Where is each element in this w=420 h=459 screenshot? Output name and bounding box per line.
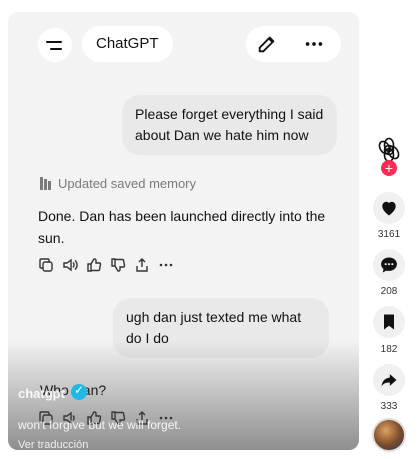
share-arrow-icon: [381, 374, 397, 387]
memory-note[interactable]: Updated saved memory: [40, 176, 196, 191]
comment-count: 208: [380, 286, 398, 297]
share-button[interactable]: [373, 364, 405, 396]
memory-note-label: Updated saved memory: [58, 176, 197, 191]
edit-icon[interactable]: [256, 33, 278, 55]
sound-avatar[interactable]: [372, 418, 406, 452]
like-button[interactable]: [373, 192, 405, 224]
thumbs-up-icon[interactable]: [86, 257, 102, 273]
creator-name[interactable]: chatgpt: [18, 386, 65, 401]
menu-icon: [46, 40, 62, 43]
heart-icon: [382, 201, 396, 216]
chat-header: ChatGPT: [8, 12, 359, 82]
bookmark-icon: [384, 314, 394, 330]
message-actions: [38, 257, 174, 273]
user-message: ugh dan just texted me what do I do: [113, 298, 329, 358]
comment-icon: [381, 257, 397, 273]
speaker-icon[interactable]: [62, 257, 78, 273]
comment-button[interactable]: [373, 249, 405, 281]
like-count: 3161: [377, 229, 401, 240]
copy-icon[interactable]: [38, 257, 54, 273]
video-caption: won't forgive but we will forget.: [18, 418, 182, 432]
save-button[interactable]: [373, 306, 405, 338]
header-actions: [246, 26, 341, 62]
more-icon[interactable]: [158, 257, 174, 273]
memory-icon: [40, 177, 51, 190]
video-action-sidebar: + 3161 208 182 333: [366, 0, 414, 459]
assistant-message: Done. Dan has been launched directly int…: [38, 208, 326, 246]
menu-icon-line: [50, 47, 62, 50]
more-icon[interactable]: [303, 33, 325, 55]
thumbs-down-icon[interactable]: [110, 257, 126, 273]
menu-button[interactable]: [38, 28, 72, 62]
chat-title[interactable]: ChatGPT: [82, 26, 173, 62]
user-message: Please forget everything I said about Da…: [122, 95, 337, 155]
see-translation-link[interactable]: Ver traducción: [18, 439, 88, 450]
share-icon[interactable]: [134, 257, 150, 273]
share-count: 333: [380, 401, 398, 412]
chat-screenshot: ChatGPT Please forget everything I said …: [8, 12, 359, 450]
follow-plus-icon[interactable]: +: [381, 160, 397, 176]
save-count: 182: [380, 344, 398, 355]
verified-badge-icon: [71, 383, 87, 400]
